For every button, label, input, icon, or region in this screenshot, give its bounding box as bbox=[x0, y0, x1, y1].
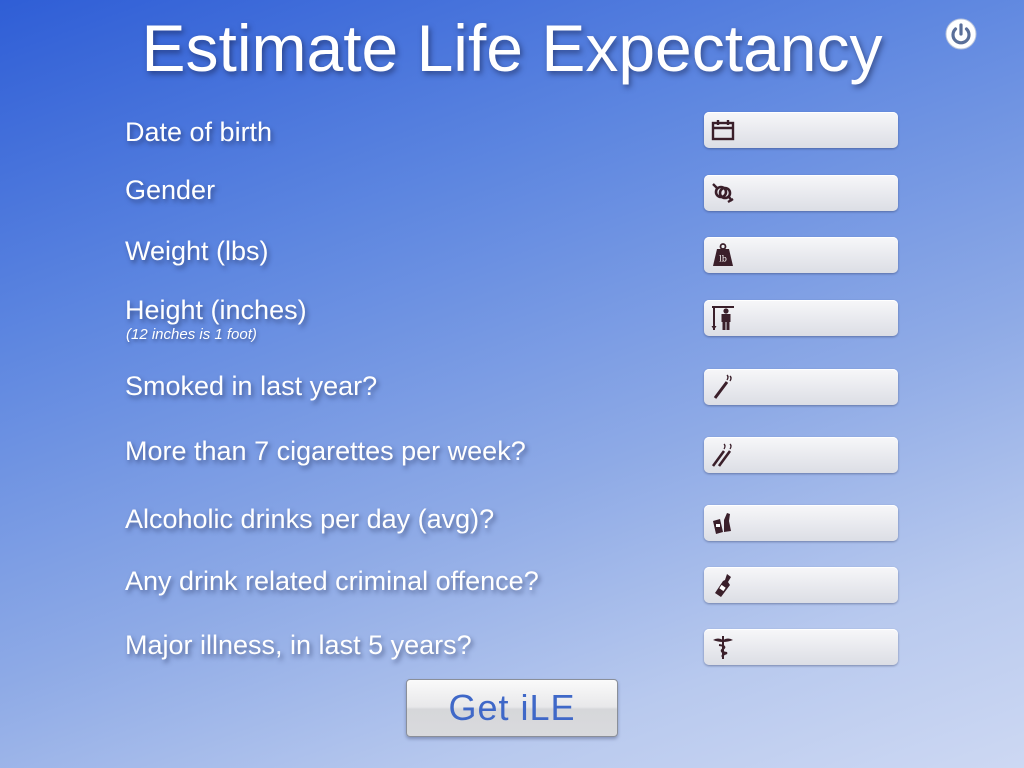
offence-field[interactable] bbox=[704, 567, 898, 603]
drinks-label: Alcoholic drinks per day (avg)? bbox=[125, 504, 495, 534]
height-note: (12 inches is 1 foot) bbox=[126, 326, 257, 343]
height-field[interactable] bbox=[704, 300, 898, 336]
caduceus-icon bbox=[713, 636, 733, 659]
weight-icon: lb bbox=[713, 243, 733, 266]
cigarettes-label: More than 7 cigarettes per week? bbox=[125, 436, 526, 466]
smoked-field[interactable] bbox=[704, 369, 898, 405]
drinks-field[interactable] bbox=[704, 505, 898, 541]
page-title: Estimate Life Expectancy bbox=[141, 11, 883, 85]
drinks-icon bbox=[713, 513, 731, 534]
illness-label: Major illness, in last 5 years? bbox=[125, 630, 472, 660]
power-button[interactable] bbox=[945, 18, 977, 50]
height-icon bbox=[711, 306, 734, 330]
offence-label: Any drink related criminal offence? bbox=[125, 566, 539, 596]
calendar-icon bbox=[711, 120, 735, 141]
dob-field[interactable] bbox=[704, 112, 898, 148]
height-label: Height (inches) bbox=[125, 295, 307, 325]
cigarettes-field[interactable] bbox=[704, 437, 898, 473]
get-ile-button[interactable]: Get iLE bbox=[406, 679, 618, 737]
power-icon bbox=[945, 18, 977, 50]
illness-field[interactable] bbox=[704, 629, 898, 665]
cigarette-icon bbox=[713, 374, 732, 399]
gender-field[interactable] bbox=[704, 175, 898, 211]
dob-label: Date of birth bbox=[125, 117, 273, 147]
weight-label: Weight (lbs) bbox=[125, 236, 269, 266]
cigarettes-icon bbox=[711, 443, 732, 467]
weight-field[interactable]: lb bbox=[704, 237, 898, 273]
svg-text:lb: lb bbox=[719, 255, 727, 264]
smoked-label: Smoked in last year? bbox=[125, 371, 378, 401]
gender-icon bbox=[712, 183, 734, 204]
bottle-icon bbox=[715, 574, 731, 597]
gender-label: Gender bbox=[125, 175, 216, 205]
